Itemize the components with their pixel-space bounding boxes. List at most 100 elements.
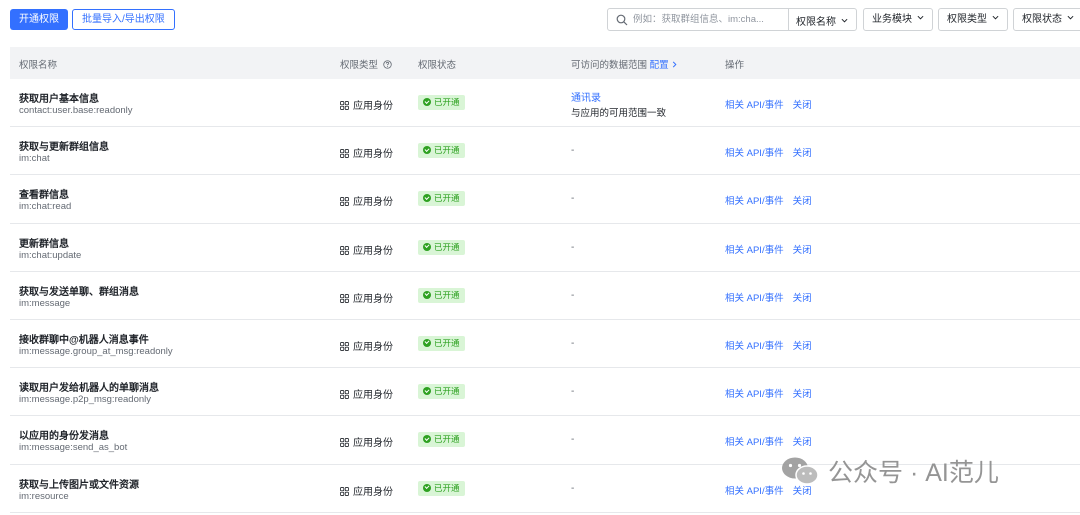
- close-permission-link[interactable]: 关闭: [793, 245, 812, 256]
- status-label: 已开通: [434, 289, 460, 300]
- permission-type: 应用身份: [340, 386, 393, 401]
- close-permission-link[interactable]: 关闭: [793, 148, 812, 159]
- permission-type-label: 应用身份: [353, 438, 393, 450]
- permission-type: 应用身份: [340, 434, 393, 449]
- search-divider: [788, 9, 789, 30]
- permission-type-label: 应用身份: [353, 149, 393, 161]
- header-status: 权限状态: [418, 60, 457, 71]
- chevron-right-icon: [673, 61, 677, 68]
- scope-link[interactable]: 通讯录: [571, 89, 601, 104]
- related-api-link[interactable]: 相关 API/事件: [725, 341, 784, 352]
- grid-icon: [340, 390, 349, 399]
- permission-title: 获取与发送单聊、群组消息: [19, 286, 139, 298]
- check-circle-icon: [423, 387, 431, 396]
- chevron-down-icon: [917, 15, 924, 20]
- related-api-link[interactable]: 相关 API/事件: [725, 148, 784, 159]
- permission-type-label: 应用身份: [353, 245, 393, 257]
- search-box: 权限名称: [607, 8, 857, 31]
- header-scope-label: 可访问的数据范围: [571, 60, 648, 71]
- header-type-label: 权限类型: [340, 60, 379, 71]
- check-circle-icon: [423, 435, 431, 444]
- related-api-link[interactable]: 相关 API/事件: [725, 486, 784, 497]
- permission-title: 接收群聊中@机器人消息事件: [19, 334, 149, 346]
- related-api-link[interactable]: 相关 API/事件: [725, 196, 784, 207]
- permission-type: 应用身份: [340, 290, 393, 305]
- permission-code: im:chat:update: [19, 249, 82, 261]
- scope-value: -: [571, 145, 575, 157]
- filter-permission-status[interactable]: 权限状态: [1013, 8, 1080, 31]
- related-api-link[interactable]: 相关 API/事件: [725, 245, 784, 256]
- batch-import-export-button[interactable]: 批量导入/导出权限: [72, 9, 175, 30]
- close-permission-link[interactable]: 关闭: [793, 341, 812, 352]
- status-label: 已开通: [434, 193, 460, 204]
- enable-permission-button[interactable]: 开通权限: [10, 9, 68, 30]
- close-permission-link[interactable]: 关闭: [793, 486, 812, 497]
- scope-value: -: [571, 241, 575, 253]
- help-icon[interactable]: [382, 60, 392, 69]
- scope-text: 与应用的可用范围一致: [571, 108, 667, 119]
- related-api-link[interactable]: 相关 API/事件: [725, 437, 784, 448]
- watermark: 公众号 · AI范儿: [780, 453, 999, 487]
- check-circle-icon: [423, 98, 431, 106]
- status-badge: 已开通: [418, 191, 465, 207]
- scope-config-label: 配置: [649, 60, 669, 71]
- status-badge: 已开通: [418, 143, 465, 159]
- related-api-link[interactable]: 相关 API/事件: [725, 389, 784, 400]
- permission-title: 读取用户发给机器人的单聊消息: [19, 383, 159, 395]
- check-circle-icon: [423, 483, 431, 492]
- search-icon: [616, 14, 628, 26]
- permission-title: 更新群信息: [19, 238, 69, 250]
- toolbar: 开通权限 批量导入/导出权限 权限名称 业务模块 权限类型 权限状态: [0, 0, 1080, 40]
- permissions-table: 权限名称 权限类型 权限状态 可访问的数据范围 配置 操作 获取用户基本信息 c…: [10, 47, 1080, 513]
- status-label: 已开通: [434, 241, 460, 252]
- filter-permission-type[interactable]: 权限类型: [938, 8, 1008, 31]
- status-badge: 已开通: [418, 384, 465, 400]
- status-label: 已开通: [434, 337, 460, 348]
- wechat-icon: [782, 457, 819, 485]
- close-permission-link[interactable]: 关闭: [793, 293, 812, 304]
- scope-value: -: [571, 289, 575, 301]
- status-badge: 已开通: [418, 239, 465, 255]
- row-actions: 相关 API/事件 关闭: [725, 338, 812, 352]
- check-circle-icon: [423, 290, 431, 299]
- close-permission-link[interactable]: 关闭: [793, 100, 812, 111]
- row-actions: 相关 API/事件 关闭: [725, 242, 812, 256]
- permission-code: im:message: [19, 297, 71, 309]
- grid-icon: [340, 149, 349, 159]
- grid-icon: [340, 101, 349, 110]
- search-input[interactable]: [633, 12, 783, 27]
- status-badge: 已开通: [418, 287, 465, 303]
- chevron-down-icon: [1067, 15, 1074, 20]
- search-field-label: 权限名称: [796, 17, 836, 28]
- check-circle-icon: [423, 146, 431, 155]
- grid-icon: [340, 342, 349, 351]
- search-field-select[interactable]: 权限名称: [796, 13, 848, 28]
- scope-value: -: [571, 386, 575, 398]
- status-label: 已开通: [434, 434, 460, 445]
- grid-icon: [340, 245, 349, 255]
- permission-code: im:resource: [19, 490, 69, 502]
- permission-code: im:chat: [19, 153, 50, 165]
- status-label: 已开通: [434, 386, 460, 397]
- filter-business-module[interactable]: 业务模块: [863, 8, 933, 31]
- status-badge: 已开通: [418, 480, 465, 496]
- close-permission-link[interactable]: 关闭: [793, 389, 812, 400]
- permission-title: 查看群信息: [19, 190, 69, 202]
- permission-type-label: 应用身份: [353, 293, 393, 305]
- table-row: 查看群信息 im:chat:read 应用身份 已开通 - 相关 API/事件关…: [10, 175, 1080, 224]
- close-permission-link[interactable]: 关闭: [793, 196, 812, 207]
- permission-code: im:message.p2p_msg:readonly: [19, 394, 152, 406]
- row-actions: 相关 API/事件 关闭: [725, 97, 812, 111]
- row-actions: 相关 API/事件 关闭: [725, 193, 812, 207]
- scope-config-link[interactable]: 配置: [650, 60, 679, 71]
- status-label: 已开通: [434, 482, 460, 493]
- filter-label: 权限状态: [1022, 14, 1062, 25]
- related-api-link[interactable]: 相关 API/事件: [725, 100, 784, 111]
- scope-value: -: [571, 193, 575, 205]
- grid-icon: [340, 293, 349, 303]
- close-permission-link[interactable]: 关闭: [793, 437, 812, 448]
- related-api-link[interactable]: 相关 API/事件: [725, 293, 784, 304]
- status-badge: 已开通: [418, 95, 465, 110]
- permission-type: 应用身份: [340, 193, 393, 208]
- table-row: 更新群信息 im:chat:update 应用身份 已开通 - 相关 API/事…: [10, 224, 1080, 272]
